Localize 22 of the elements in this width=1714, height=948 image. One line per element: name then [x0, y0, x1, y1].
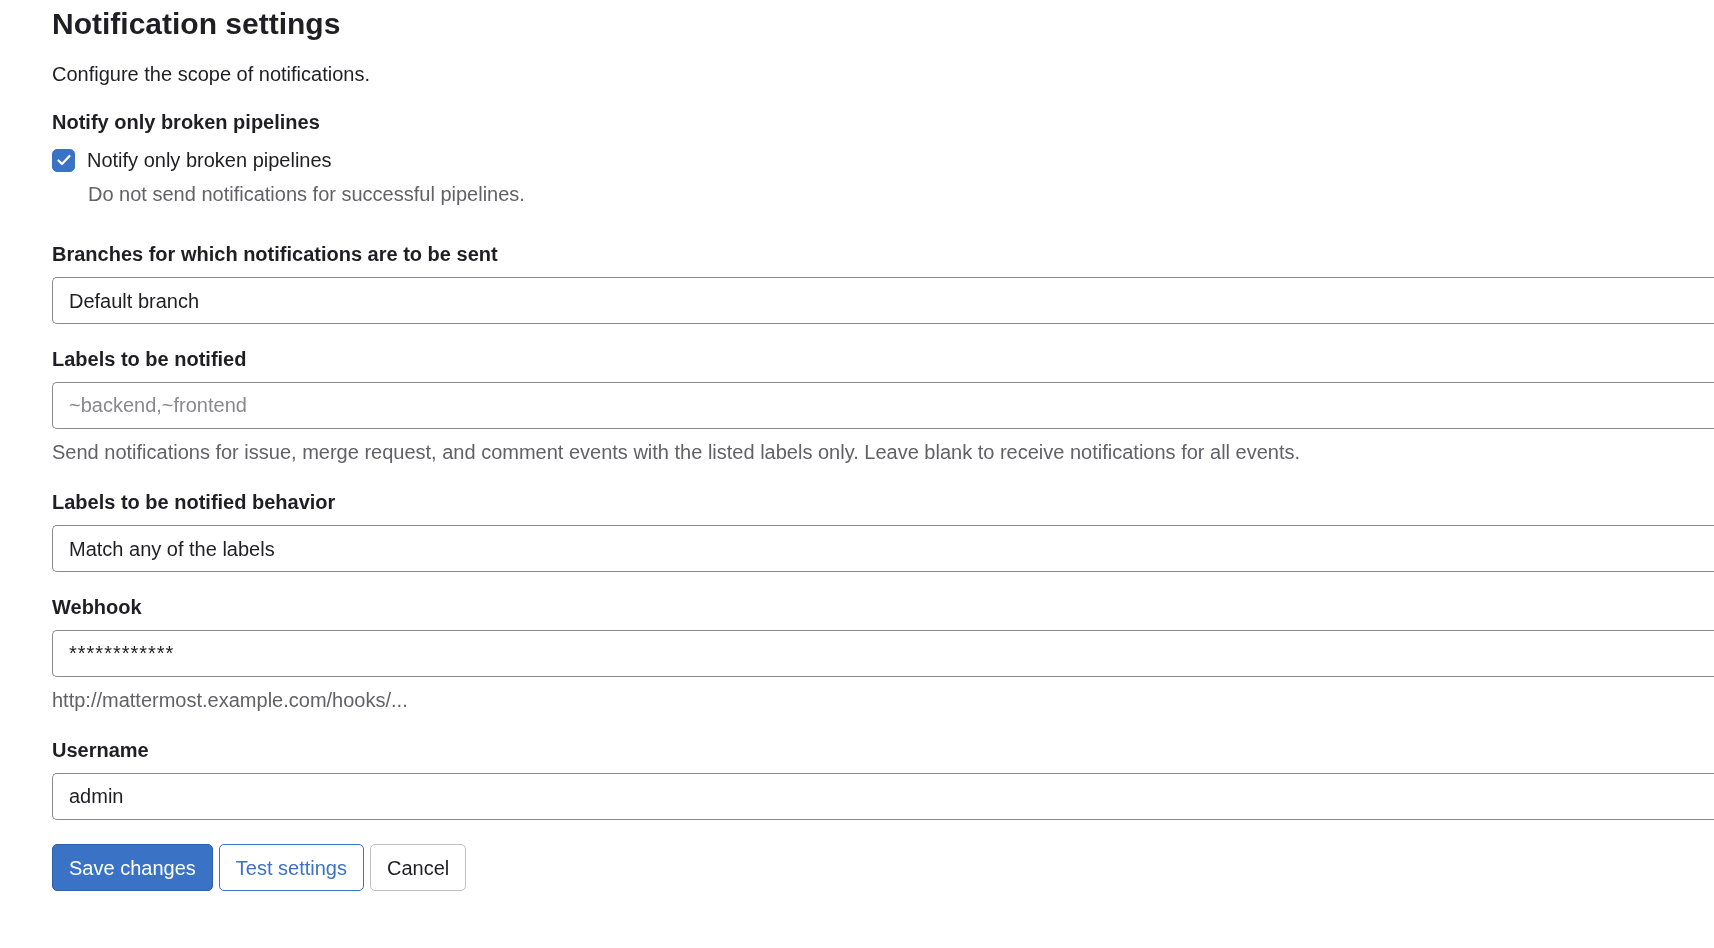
input-field[interactable]: admin: [52, 773, 1714, 820]
help-text: Send notifications for issue, merge request, and comment events with the listed labels only. Leave blank to receive notifications for all events.: [52, 440, 1302, 465]
page-title: Notification settings: [52, 6, 342, 42]
select-field[interactable]: Match any of the labels: [52, 525, 1714, 572]
input-field[interactable]: ~backend,~frontend: [52, 382, 1714, 429]
section-label: Notify only broken pipelines: [52, 110, 321, 135]
field-label: Labels to be notified: [52, 347, 248, 372]
checkbox-label: Notify only broken pipelines: [87, 148, 332, 173]
field-label: Labels to be notified behavior: [52, 490, 337, 515]
field-label: Username: [52, 738, 150, 763]
help-text: http://mattermost.example.com/hooks/...: [52, 688, 409, 713]
cancel-button[interactable]: Cancel: [369, 844, 467, 891]
checkbox[interactable]: [52, 148, 75, 172]
check-icon: [56, 154, 71, 166]
input-field[interactable]: ************: [52, 630, 1714, 677]
save-button[interactable]: Save changes: [52, 844, 213, 891]
help-text: Do not send notifications for successful pipelines.: [88, 182, 526, 207]
select-field[interactable]: Default branch: [52, 277, 1714, 324]
test-button[interactable]: Test settings: [218, 844, 364, 891]
field-label: Branches for which notifications are to be sent: [52, 242, 499, 267]
page-description: Configure the scope of notifications.: [52, 62, 371, 87]
field-label: Webhook: [52, 595, 143, 620]
